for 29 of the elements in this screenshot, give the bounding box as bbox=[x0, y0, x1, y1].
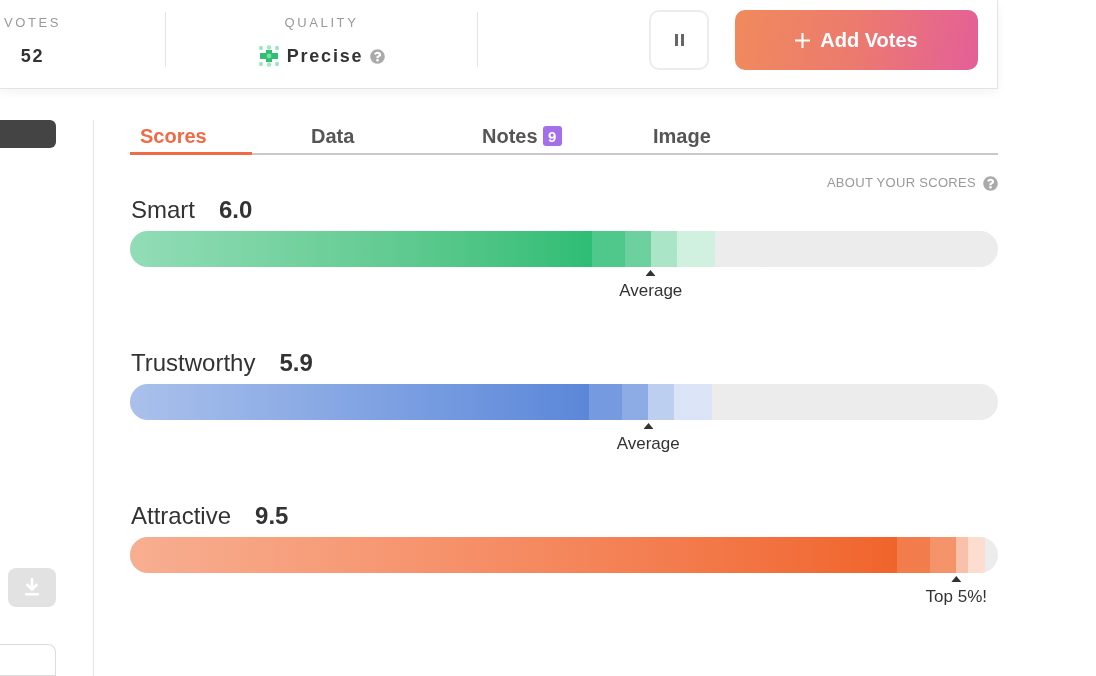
score-name: Smart bbox=[131, 196, 195, 224]
score-name: Trustworthy bbox=[131, 349, 256, 377]
marker-label: Average bbox=[616, 434, 680, 454]
cut-off-button[interactable] bbox=[0, 120, 56, 149]
score-value: 9.5 bbox=[255, 502, 289, 530]
help-icon bbox=[983, 175, 998, 191]
tab[interactable]: Image bbox=[643, 120, 765, 155]
triangle-icon bbox=[951, 576, 962, 582]
stat-value: Precise bbox=[286, 45, 364, 68]
help-icon bbox=[370, 48, 386, 64]
stat-value: 52 bbox=[20, 45, 45, 68]
stat-label: VOTES bbox=[4, 15, 62, 31]
tab[interactable]: Data bbox=[301, 120, 423, 155]
plus-icon bbox=[795, 32, 811, 48]
score-value: 6.0 bbox=[219, 196, 253, 224]
pause-button[interactable] bbox=[649, 10, 709, 70]
marker-label: Top 5%! bbox=[925, 587, 988, 607]
pause-icon bbox=[674, 34, 684, 46]
download-icon bbox=[24, 578, 40, 597]
score-value: 5.9 bbox=[279, 349, 313, 377]
download-button[interactable] bbox=[8, 568, 56, 607]
score-name: Attractive bbox=[131, 502, 232, 530]
stat-label: QUALITY bbox=[284, 15, 359, 31]
marker-label: Average bbox=[619, 281, 683, 301]
count-badge: 9 bbox=[542, 126, 562, 146]
tab[interactable]: Notes 9 bbox=[472, 120, 594, 155]
cross-dots-icon bbox=[257, 45, 280, 67]
triangle-icon bbox=[645, 270, 656, 276]
triangle-icon bbox=[643, 423, 654, 429]
